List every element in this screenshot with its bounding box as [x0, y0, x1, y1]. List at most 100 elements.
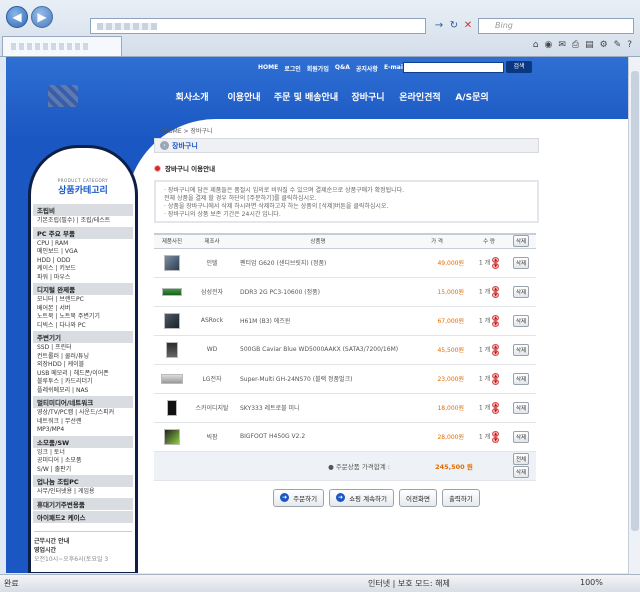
help-icon[interactable]: ? — [627, 40, 632, 50]
top-link-login[interactable]: 로그인 — [284, 64, 301, 73]
product-image[interactable] — [161, 373, 183, 384]
site-search-button[interactable]: 검색 — [506, 61, 532, 73]
delete-button[interactable]: 삭제 — [512, 256, 530, 269]
continue-shopping-button[interactable]: ➜ 쇼핑 계속하기 — [329, 488, 395, 507]
home-icon[interactable]: ⌂ — [533, 40, 539, 50]
qty-stepper[interactable]: ▲ ▼ — [492, 430, 500, 443]
category-item[interactable]: 노트북 | 노트북 주변기기 — [33, 313, 133, 322]
category-item[interactable]: 컨트롤러 | 쿨러/튜닝 — [33, 353, 133, 362]
row-name[interactable]: H61M (B3) 에즈윈 — [234, 306, 402, 336]
site-search-input[interactable] — [403, 62, 504, 73]
category-item[interactable]: 케이스 | 키보드 — [33, 265, 133, 274]
category-item[interactable]: 모니터 | 브랜드PC — [33, 296, 133, 305]
mail-icon[interactable]: ✉ — [558, 40, 566, 50]
qty-stepper[interactable]: ▲ ▼ — [492, 314, 500, 327]
category-head-assembly[interactable]: 조립비 — [33, 204, 133, 216]
safety-icon[interactable]: ⚙ — [600, 40, 608, 50]
product-image[interactable] — [164, 254, 180, 271]
top-link-notice[interactable]: 공지사항 — [356, 64, 378, 73]
menu-as[interactable]: A/S문의 — [446, 90, 498, 103]
category-item[interactable]: 파워 | 마우스 — [33, 274, 133, 283]
product-image[interactable] — [162, 287, 182, 296]
print-icon[interactable]: ⎙ — [572, 40, 579, 50]
category-item[interactable]: CPU | RAM — [33, 240, 133, 249]
category-item[interactable]: USB 메모리 | 헤드폰/이어폰 — [33, 370, 133, 379]
menu-company[interactable]: 회사소개 — [166, 90, 218, 103]
tools-icon[interactable]: ✎ — [614, 40, 622, 50]
category-item[interactable]: 공미디어 | 소모품 — [33, 457, 133, 466]
go-arrow-icon[interactable]: → — [432, 19, 446, 33]
category-item[interactable]: 네트워크 | 무선랜 — [33, 418, 133, 427]
category-head-pc-parts[interactable]: PC 주요 부품 — [33, 226, 133, 239]
delete-button[interactable]: 삭제 — [512, 343, 530, 356]
decrease-icon[interactable]: ▼ — [492, 407, 500, 414]
increase-icon[interactable]: ▲ — [492, 314, 500, 321]
top-link-qna[interactable]: Q&A — [335, 64, 350, 73]
menu-order-delivery[interactable]: 주문 및 배송안내 — [270, 90, 342, 103]
delete-all-button[interactable]: 전체 — [512, 453, 530, 465]
security-zone[interactable]: 인터넷 | 보호 모드: 해제 — [368, 578, 450, 589]
delete-button[interactable]: 삭제 — [512, 372, 530, 385]
row-name[interactable]: BIGFOOT H450G V2.2 — [234, 422, 402, 452]
feed-icon[interactable]: ◉ — [544, 40, 552, 50]
qty-stepper[interactable]: ▲ ▼ — [492, 256, 500, 269]
row-name[interactable]: DDR3 2G PC3-10600 (정품) — [234, 277, 402, 307]
top-link-email[interactable]: E-mail — [384, 64, 405, 73]
print-button[interactable]: 출력하기 — [441, 488, 480, 507]
back-arrow-icon[interactable]: ◀ — [6, 6, 28, 28]
address-bar[interactable] — [90, 18, 426, 34]
row-name[interactable]: 500GB Caviar Blue WD5000AAKX (SATA3/7200… — [234, 335, 402, 365]
menu-cart[interactable]: 장바구니 — [342, 90, 394, 103]
refresh-icon[interactable]: ↻ — [447, 19, 461, 33]
qty-stepper[interactable]: ▲ ▼ — [492, 401, 500, 414]
increase-icon[interactable]: ▲ — [492, 256, 500, 263]
row-name[interactable]: 펜티엄 G620 (샌디브릿지) (정품) — [234, 248, 402, 278]
category-item[interactable]: S/W | 출판기 — [33, 466, 133, 475]
product-image[interactable] — [167, 399, 177, 416]
delete-button[interactable]: 삭제 — [512, 401, 530, 414]
browser-search-input[interactable]: Bing — [478, 18, 634, 34]
increase-icon[interactable]: ▲ — [492, 401, 500, 408]
category-item[interactable]: MP3/MP4 — [33, 426, 133, 435]
order-button[interactable]: ➜ 주문하기 — [273, 488, 325, 507]
page-menu-icon[interactable]: ▤ — [585, 40, 594, 50]
qty-stepper[interactable]: ▲ ▼ — [492, 372, 500, 385]
decrease-icon[interactable]: ▼ — [492, 349, 500, 356]
increase-icon[interactable]: ▲ — [492, 343, 500, 350]
category-head-ipad[interactable]: 아이패드2 케이스 — [33, 510, 133, 523]
delete-all-button-2[interactable]: 삭제 — [512, 466, 530, 478]
previous-page-button[interactable]: 이전화면 — [399, 488, 437, 507]
increase-icon[interactable]: ▲ — [492, 430, 500, 437]
category-item[interactable]: 사무/인터넷용 | 게임용 — [33, 488, 133, 497]
delete-header-button[interactable]: 삭제 — [512, 235, 530, 248]
increase-icon[interactable]: ▲ — [492, 372, 500, 379]
browser-tab[interactable] — [2, 36, 122, 56]
forward-arrow-icon[interactable]: ▶ — [31, 6, 53, 28]
category-item[interactable]: 디빅스 | 다나와 PC — [33, 322, 133, 331]
category-head-mobile[interactable]: 휴대기기주변용품 — [33, 497, 133, 510]
category-item[interactable]: 플레쉬메모리 | NAS — [33, 387, 133, 396]
delete-button[interactable]: 삭제 — [512, 285, 530, 298]
menu-guide[interactable]: 이용안내 — [218, 90, 270, 103]
site-logo[interactable] — [48, 85, 78, 107]
category-item[interactable]: 블루투스 | 카드리더기 — [33, 378, 133, 387]
delete-button[interactable]: 삭제 — [512, 430, 530, 443]
category-item[interactable]: 베어본 | 서버 — [33, 305, 133, 314]
increase-icon[interactable]: ▲ — [492, 285, 500, 292]
category-head-assembled-pc[interactable]: 업나눔 조립PC — [33, 475, 133, 487]
category-head-peripherals[interactable]: 주변기기 — [33, 331, 133, 343]
category-item[interactable]: 기본조립(필수) | 조립/테스트 — [33, 217, 133, 226]
qty-stepper[interactable]: ▲ ▼ — [492, 285, 500, 298]
decrease-icon[interactable]: ▼ — [492, 291, 500, 298]
vertical-scrollbar[interactable] — [628, 57, 640, 574]
zoom-level[interactable]: 100% — [580, 578, 603, 587]
product-image[interactable] — [166, 341, 178, 358]
decrease-icon[interactable]: ▼ — [492, 262, 500, 269]
category-item[interactable]: 영상/TV/PC캠 | 사운드/스피커 — [33, 409, 133, 418]
stop-icon[interactable]: ✕ — [461, 19, 475, 33]
product-image[interactable] — [164, 312, 180, 329]
category-item[interactable]: HDD | ODD — [33, 257, 133, 266]
menu-online-quote[interactable]: 온라인견적 — [394, 90, 446, 103]
top-link-join[interactable]: 회원가입 — [307, 64, 329, 73]
category-head-multimedia[interactable]: 멀티미디어/네트워크 — [33, 396, 133, 408]
